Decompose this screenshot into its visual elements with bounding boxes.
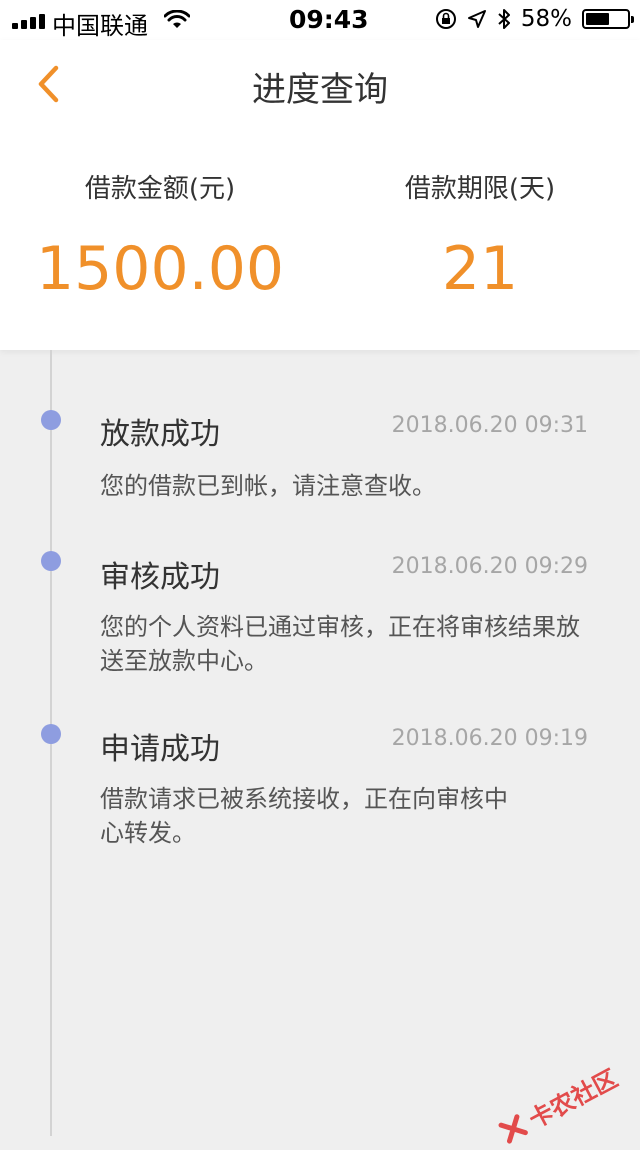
location-icon — [467, 10, 486, 28]
wifi-icon — [164, 10, 190, 28]
loan-amount-section: 借款金额(元) 1500.00 — [0, 168, 320, 299]
timeline-item-desc: 您的个人资料已通过审核，正在将审核结果放送至放款中心。 — [100, 613, 580, 675]
lock-rotation-icon — [435, 9, 456, 29]
bluetooth-icon — [498, 9, 510, 29]
timeline-item-desc: 借款请求已被系统接收，正在向审核中心转发。 — [100, 785, 508, 847]
header-card: 进度查询 借款金额(元) 1500.00 借款期限(天) 21 — [0, 40, 640, 350]
timeline-item-title: 审核成功 — [100, 560, 220, 595]
loan-term-label: 借款期限(天) — [404, 174, 556, 204]
loan-term-section: 借款期限(天) 21 — [320, 168, 640, 299]
timeline-item-time: 2018.06.20 09:19 — [391, 726, 588, 751]
timeline-item-time: 2018.06.20 09:29 — [391, 554, 588, 579]
loan-amount-value: 1500.00 — [35, 234, 285, 304]
battery-icon — [582, 9, 634, 29]
timeline-dot — [41, 551, 61, 571]
timeline-dot — [41, 410, 61, 430]
signal-icon — [12, 13, 45, 29]
watermark-logo: 卡农社区 — [493, 1059, 622, 1150]
timeline-item-title: 放款成功 — [100, 417, 220, 452]
loan-term-value: 21 — [441, 234, 519, 304]
status-time: 09:43 — [289, 5, 369, 34]
timeline-item-time: 2018.06.20 09:31 — [391, 413, 588, 438]
page-title: 进度查询 — [252, 70, 388, 110]
watermark-text: 卡农社区 — [524, 1064, 623, 1135]
watermark-icon — [498, 1113, 528, 1144]
timeline-item-title: 申请成功 — [100, 732, 220, 767]
loan-amount-label: 借款金额(元) — [84, 174, 236, 204]
battery-percent: 58% — [520, 6, 572, 32]
timeline-dot — [41, 724, 61, 744]
timeline-item-desc: 您的借款已到帐，请注意查收。 — [100, 472, 436, 500]
carrier-name: 中国联通 — [52, 12, 148, 40]
status-bar: 中国联通 09:43 58% — [0, 0, 640, 40]
